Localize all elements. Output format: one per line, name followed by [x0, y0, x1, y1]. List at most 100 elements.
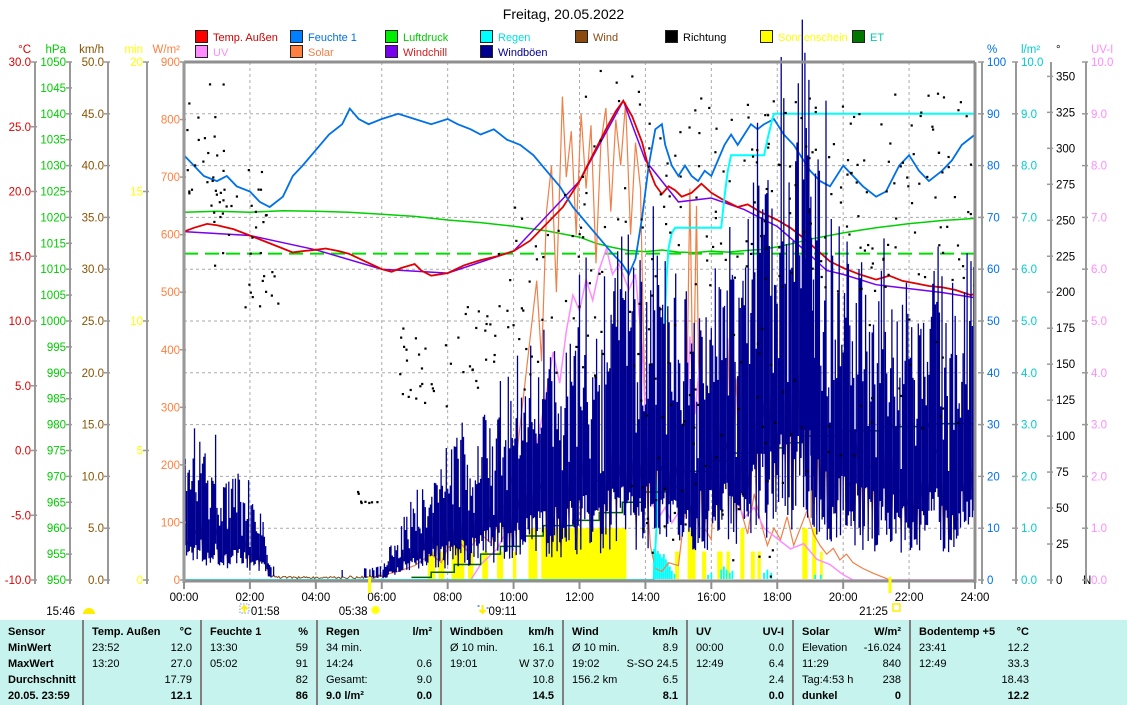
cell-value: 12.0	[171, 640, 192, 656]
series-windboeen	[184, 20, 975, 579]
cell-value: 86	[296, 688, 308, 704]
column-header: Regen	[326, 624, 360, 640]
cell-time: 9.0 l/m²	[326, 688, 364, 704]
cell-value: 12.2	[1008, 640, 1029, 656]
axis-tick-label: 40.0	[82, 161, 104, 173]
column-header: Solar	[802, 624, 830, 640]
axis-tick-label: 9.0	[1091, 109, 1107, 121]
axis-tick-label: 75	[1056, 467, 1069, 479]
axis-tick-label: 0.0	[88, 575, 104, 587]
sun-marker-label: 09:11	[489, 606, 517, 618]
axis-tick-label: 4.0	[1021, 368, 1037, 380]
axis-tick-label: 50	[1056, 503, 1069, 515]
axis-tick-label: 1050	[40, 57, 66, 69]
axis-tick-label: 10.0	[1091, 57, 1113, 69]
axis-tick-label: 7.0	[1091, 212, 1107, 224]
table-column-temp-au-en: Temp. Außen°C23:5212.013:2027.017.7912.1	[82, 620, 200, 705]
cell-time: dunkel	[802, 688, 837, 704]
axis-unit-header: %	[987, 44, 997, 56]
axis-tick-label: 400	[161, 345, 180, 357]
axis-tick-label: 5.0	[1021, 316, 1037, 328]
axis-unit-header: UV-I	[1091, 44, 1113, 56]
cell-value: 0.0	[769, 640, 784, 656]
cell-time: 00:00	[696, 640, 724, 656]
axis-tick-label: 1040	[40, 109, 66, 121]
axis-tick-label: 990	[47, 368, 66, 380]
sun-marker-label: 01:58	[251, 606, 280, 618]
column-unit: km/h	[528, 624, 554, 640]
axis-tick-label: 30.0	[82, 264, 104, 276]
table-column-uv: UVUV-I00:000.012:496.42.40.0	[686, 620, 792, 705]
axis-tick-label: 20.0	[82, 368, 104, 380]
axis-tick-label: 2.0	[1021, 471, 1037, 483]
x-axis-tick-label: 14:00	[631, 592, 660, 604]
cell-value: W 37.0	[519, 656, 554, 672]
cell-time: 34 min.	[326, 640, 362, 656]
stats-table: SensorMinWertMaxWertDurchschnitt20.05. 2…	[0, 620, 1127, 705]
axis-tick-label: 15	[130, 187, 143, 199]
axis-tick-label: 0.0	[15, 446, 31, 458]
chart-canvas: -10.0-5.00.05.010.015.020.025.030.0°C950…	[0, 0, 1127, 705]
sun-marker-label: 05:38	[339, 606, 368, 618]
axis-tick-label: 1035	[40, 135, 66, 147]
axis-hPa: 9509559609659709759809859909951000100510…	[40, 44, 72, 587]
table-column-bodentemp-5: Bodentemp +5°C23:4112.212:4933.318.4312.…	[909, 620, 1127, 705]
axis-tick-label: 175	[1056, 323, 1075, 335]
weather-station-day-chart: Freitag, 20.05.2022 Temp. AußenFeuchte 1…	[0, 0, 1127, 705]
axis-tick-label: 325	[1056, 107, 1075, 119]
cell-value: 91	[296, 656, 308, 672]
axis-tick-label: 5.0	[1091, 316, 1107, 328]
axis-tick-label: 5.0	[15, 381, 31, 393]
cell-value: 840	[883, 656, 901, 672]
axis-tick-label: 0.0	[1021, 575, 1037, 587]
row-label: Durchschnitt	[8, 672, 76, 688]
x-axis-tick-label: 00:00	[170, 592, 199, 604]
axis-tick-label: 1045	[40, 83, 66, 95]
axis-tick-label: 7.0	[1021, 212, 1037, 224]
axis-tick-label: 70	[987, 212, 1000, 224]
axis-tick-label: 6.0	[1091, 264, 1107, 276]
x-axis-tick-label: 04:00	[301, 592, 330, 604]
cell-value: 16.1	[533, 640, 554, 656]
axis-min: 05101520min	[124, 44, 149, 587]
axis-tick-label: 2.0	[1091, 471, 1107, 483]
table-column-solar: SolarW/m²Elevation-16.02411:29840Tag:4:5…	[792, 620, 909, 705]
axis-tick-label: 3.0	[1091, 420, 1107, 432]
axis-tick-label: 950	[47, 575, 66, 587]
axis-tick-label: 10	[130, 316, 143, 328]
row-label: MinWert	[8, 640, 51, 656]
axis-tick-label: 15.0	[82, 420, 104, 432]
axis-tick-label: 45.0	[82, 109, 104, 121]
axis-tick-label: 90	[987, 109, 1000, 121]
column-unit: W/m²	[874, 624, 901, 640]
axis-tick-label: 965	[47, 497, 66, 509]
axis-tick-label: 1.0	[1021, 523, 1037, 535]
axis-tick-label: 25.0	[82, 316, 104, 328]
axis-tick-label: 275	[1056, 179, 1075, 191]
cell-time: Ø 10 min.	[450, 640, 498, 656]
axis-tick-label: 1025	[40, 187, 66, 199]
axis-tick-label: 20	[130, 57, 143, 69]
axis-tick-label: 40	[987, 368, 1000, 380]
cell-time: 11:29	[802, 656, 829, 672]
x-axis-tick-label: 10:00	[499, 592, 528, 604]
cell-value: 0	[895, 688, 901, 704]
axis-tick-label: 10.0	[9, 316, 31, 328]
column-unit: l/m²	[412, 624, 432, 640]
cell-time: 05:02	[210, 656, 238, 672]
axis-tick-label: 8.0	[1021, 161, 1037, 173]
cell-value: 59	[296, 640, 308, 656]
cell-value: 10.8	[533, 672, 554, 688]
axis-tick-label: 50.0	[82, 57, 104, 69]
axis-tick-label: 6.0	[1021, 264, 1037, 276]
axis-tick-label: 1015	[40, 238, 66, 250]
axis-tick-label: 200	[161, 460, 180, 472]
axis-unit-header: hPa	[46, 44, 67, 56]
cell-value: 8.9	[663, 640, 678, 656]
axis-tick-label: 10.0	[82, 471, 104, 483]
column-unit: °C	[180, 624, 192, 640]
axis-tick-label: 700	[161, 172, 180, 184]
cell-value: 18.43	[1001, 672, 1029, 688]
axis-tick-label: -5.0	[11, 510, 31, 522]
cell-value: 2.4	[769, 672, 784, 688]
